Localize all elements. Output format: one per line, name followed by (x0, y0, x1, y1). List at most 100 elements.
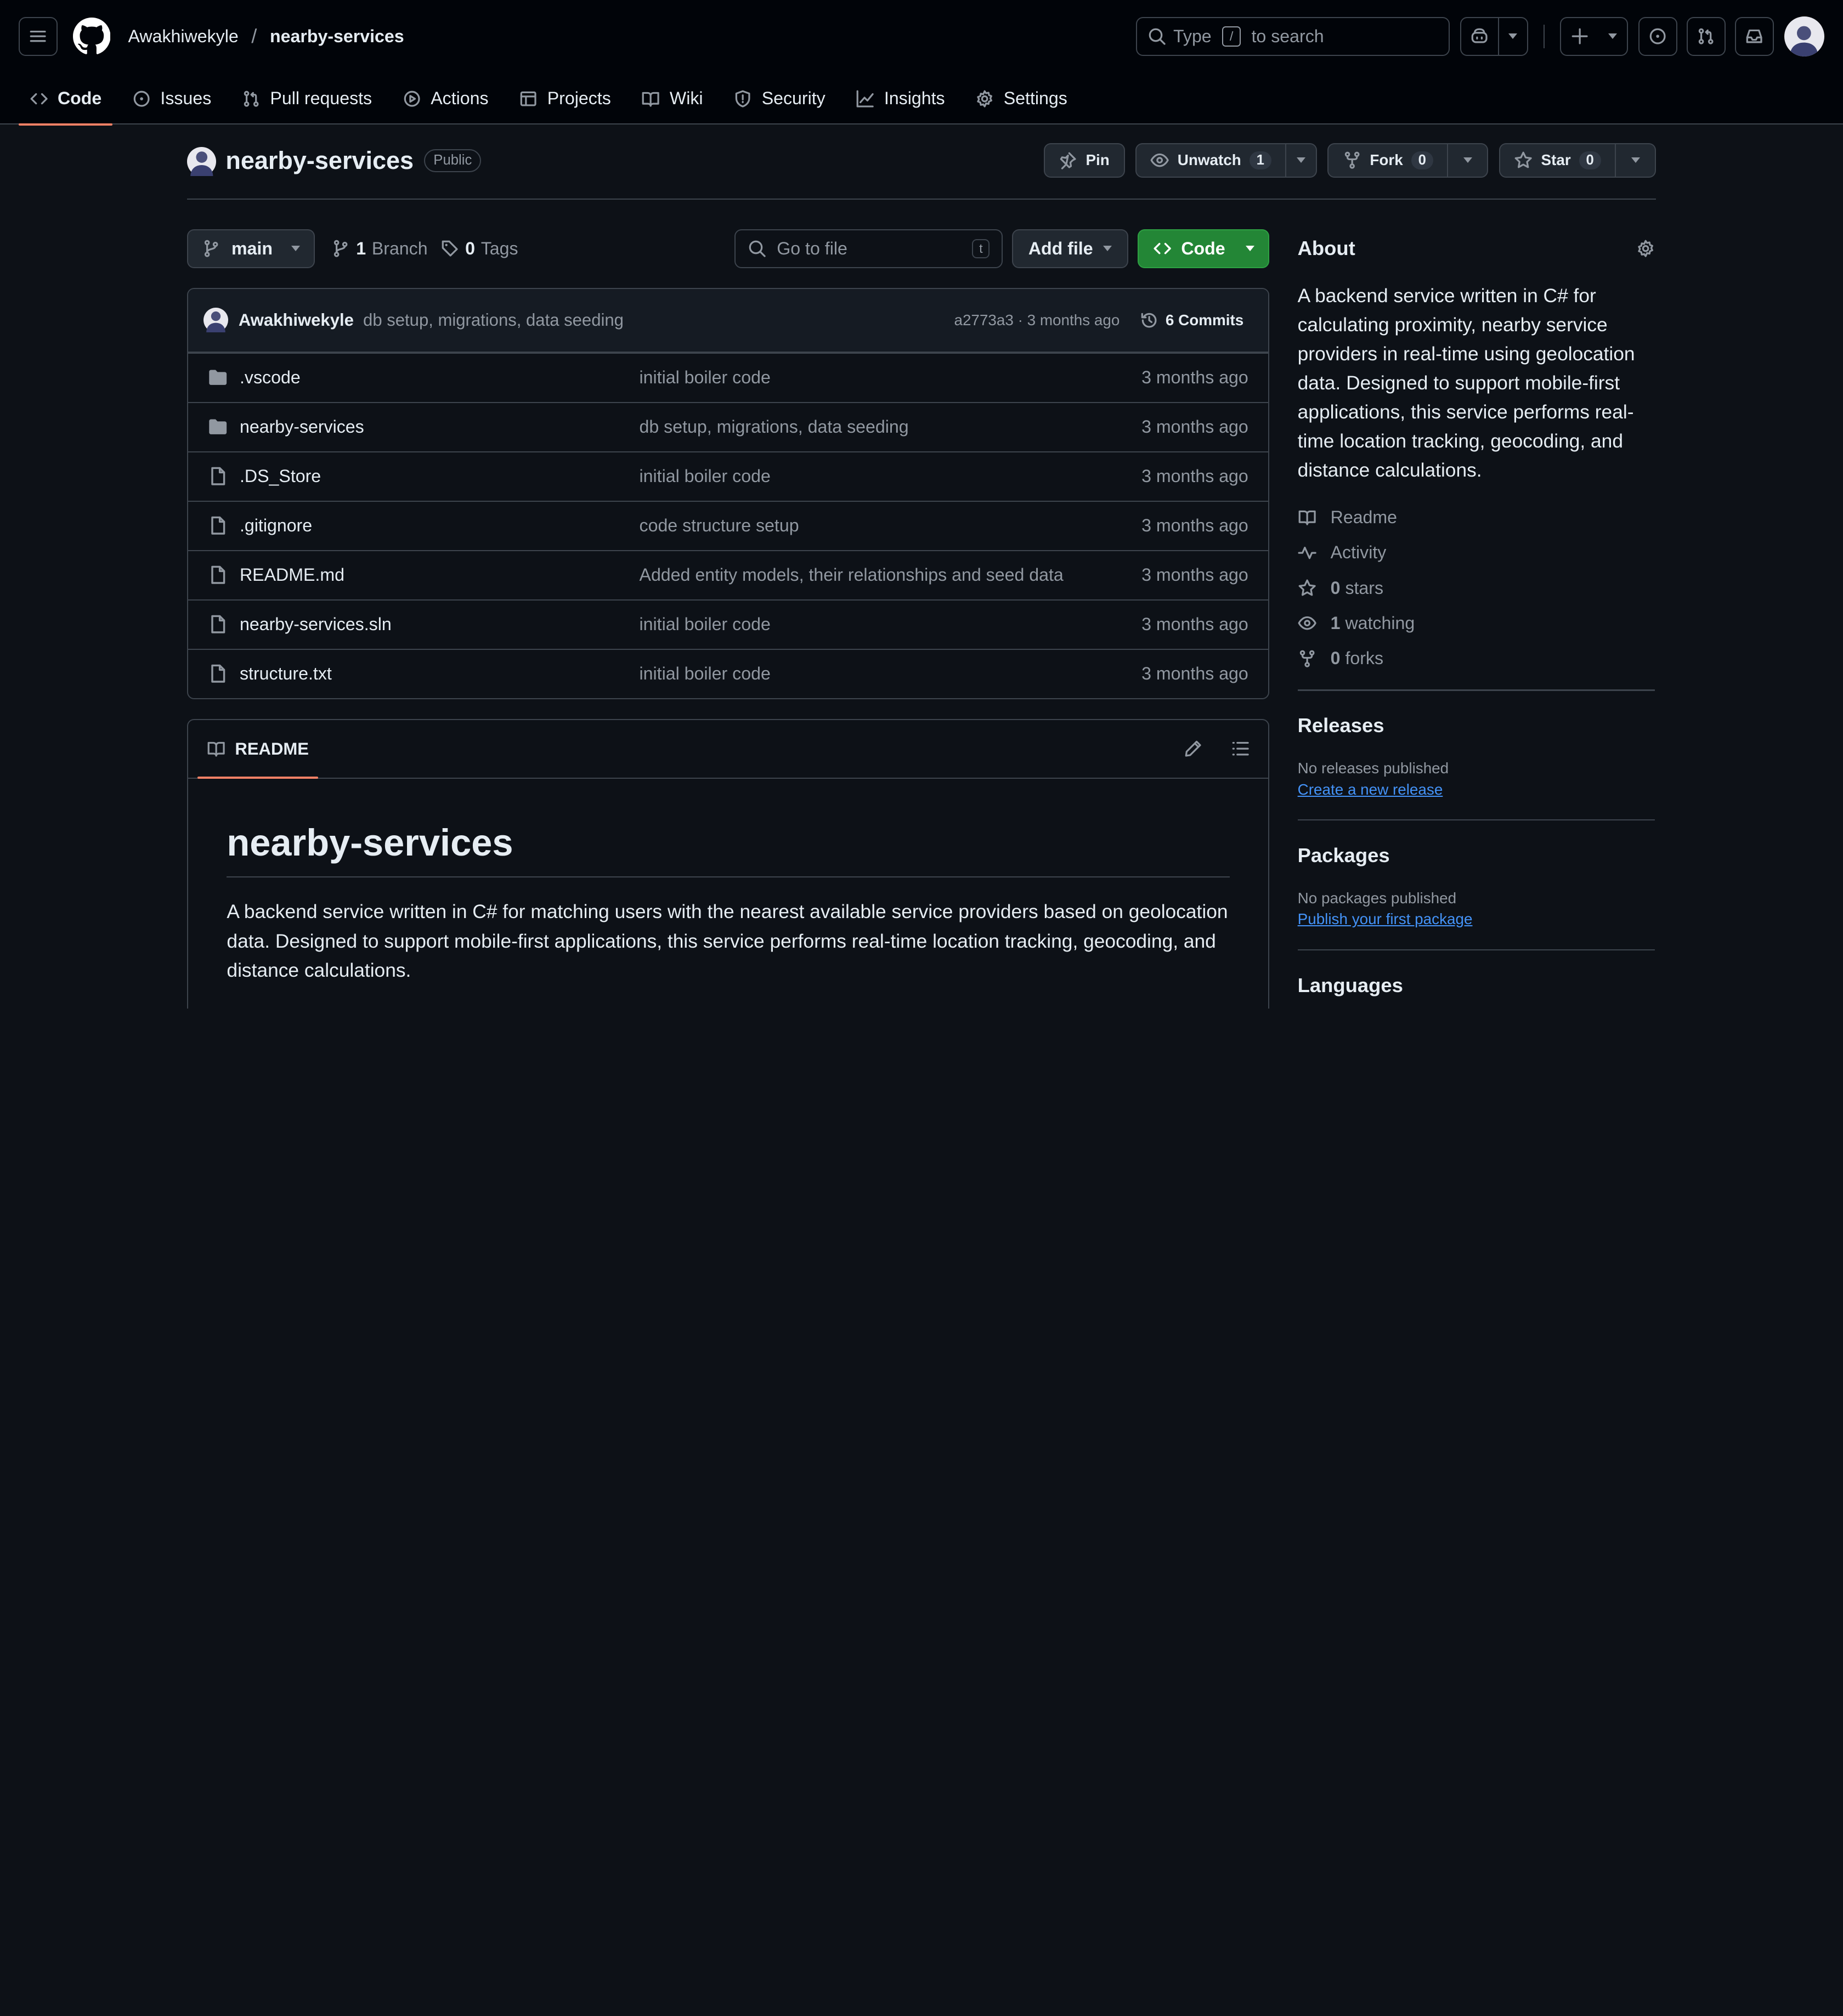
branch-icon (334, 240, 348, 257)
add-file-button[interactable]: Add file (1011, 229, 1129, 268)
file-commit-message[interactable]: initial boiler code (640, 664, 1142, 684)
file-name[interactable]: .gitignore (240, 516, 640, 536)
packages-title[interactable]: Packages (1298, 844, 1655, 867)
file-name[interactable]: README.md (240, 565, 640, 585)
global-search-input[interactable]: Type / to search (1135, 17, 1450, 56)
tab-settings[interactable]: Settings (965, 73, 1078, 124)
code-button[interactable]: Code (1138, 229, 1270, 268)
file-commit-message[interactable]: db setup, migrations, data seeding (640, 417, 1142, 437)
repo-owner-avatar[interactable] (186, 146, 217, 177)
user-avatar[interactable] (1784, 16, 1824, 56)
star-button[interactable]: Star 0 (1499, 143, 1657, 178)
copilot-dropdown[interactable] (1499, 18, 1527, 55)
repo-name[interactable]: nearby-services (225, 143, 414, 178)
file-row[interactable]: .vscode initial boiler code 3 months ago (188, 352, 1269, 402)
create-new-button[interactable] (1559, 17, 1628, 56)
branch-label: Branch (371, 238, 428, 258)
file-name[interactable]: .DS_Store (240, 466, 640, 486)
file-row[interactable]: .DS_Store initial boiler code 3 months ago (188, 451, 1269, 501)
go-to-file-input[interactable]: Go to file t (734, 229, 1003, 268)
commit-message[interactable]: db setup, migrations, data seeding (363, 310, 624, 330)
outline-list-icon[interactable] (1231, 739, 1250, 758)
readme-title: nearby-services (227, 779, 1230, 877)
tab-actions[interactable]: Actions (392, 73, 499, 124)
file-controls: main 1 Branch 0 Tags Go to file t Add fi… (186, 229, 1270, 268)
branches-link[interactable]: 1 Branch (331, 238, 428, 259)
file-icon (211, 566, 225, 585)
go-to-file-shortcut: t (972, 239, 990, 258)
releases-title[interactable]: Releases (1298, 714, 1655, 737)
commit-author[interactable]: Awakhiwekyle (239, 310, 354, 330)
activity-link[interactable]: Activity (1298, 542, 1655, 564)
latest-commit-bar: Awakhiwekyle db setup, migrations, data … (188, 288, 1269, 353)
file-row[interactable]: .gitignore code structure setup 3 months a… (188, 500, 1269, 550)
stars-label: stars (1345, 577, 1384, 598)
chevron-down-icon (1608, 33, 1618, 39)
pin-button[interactable]: Pin (1043, 143, 1125, 178)
file-commit-time: 3 months ago (1141, 664, 1248, 684)
file-row[interactable]: structure.txt initial boiler code 3 months… (188, 648, 1269, 698)
issues-button[interactable] (1638, 17, 1677, 56)
file-row[interactable]: nearby-services db setup, migrations, dat… (188, 401, 1269, 451)
pull-requests-button[interactable] (1686, 17, 1726, 56)
file-commit-message[interactable]: initial boiler code (640, 614, 1142, 635)
watching-link[interactable]: 1 watching (1298, 612, 1655, 635)
unwatch-button[interactable]: Unwatch 1 (1135, 143, 1318, 178)
pencil-icon[interactable] (1184, 739, 1202, 758)
file-icon (211, 517, 225, 535)
tab-code[interactable]: Code (19, 73, 113, 126)
file-browser: Awakhiwekyle db setup, migrations, data … (186, 287, 1270, 699)
file-commit-message[interactable]: code structure setup (640, 516, 1142, 536)
create-release-link[interactable]: Create a new release (1298, 781, 1443, 799)
shield-icon (736, 90, 750, 107)
tab-wiki[interactable]: Wiki (631, 73, 714, 124)
github-logo-icon[interactable] (72, 18, 111, 55)
watch-dropdown[interactable] (1285, 144, 1316, 177)
file-name[interactable]: nearby-services.sln (240, 614, 640, 635)
tab-pull-requests[interactable]: Pull requests (231, 73, 383, 124)
tab-issues[interactable]: Issues (122, 73, 222, 124)
file-name[interactable]: nearby-services (240, 417, 640, 437)
file-commit-message[interactable]: Added entity models, their relationships… (640, 565, 1142, 585)
copilot-button[interactable] (1460, 17, 1529, 56)
commit-author-avatar[interactable] (203, 308, 228, 333)
star-icon (1298, 579, 1316, 596)
create-new-main[interactable] (1561, 18, 1599, 55)
branch-selector[interactable]: main (186, 229, 315, 268)
about-description: A backend service written in C# for calc… (1297, 285, 1635, 481)
publish-package-link[interactable]: Publish your first package (1298, 910, 1473, 928)
file-row[interactable]: README.md Added entity models, their rela… (188, 550, 1269, 599)
file-commit-message[interactable]: initial boiler code (640, 367, 1142, 388)
stars-count: 0 (1330, 577, 1341, 598)
commits-link[interactable]: 6 Commits (1140, 311, 1243, 330)
tab-label: Insights (884, 88, 945, 109)
code-icon (1154, 242, 1171, 254)
forks-link[interactable]: 0 forks (1298, 647, 1655, 670)
readme-link[interactable]: Readme (1298, 506, 1655, 529)
file-name[interactable]: .vscode (240, 367, 640, 388)
commit-hash-time[interactable]: a2773a3 · 3 months ago (954, 312, 1120, 329)
fork-button[interactable]: Fork 0 (1327, 143, 1489, 178)
readme-tab[interactable]: README (197, 720, 318, 779)
inbox-button[interactable] (1734, 17, 1774, 56)
tab-projects[interactable]: Projects (508, 73, 621, 124)
tab-insights[interactable]: Insights (845, 73, 956, 124)
file-row[interactable]: nearby-services.sln initial boiler code 3 … (188, 599, 1269, 649)
fork-dropdown[interactable] (1447, 144, 1487, 177)
file-name[interactable]: structure.txt (240, 664, 640, 684)
create-new-dropdown[interactable] (1598, 18, 1626, 55)
copilot-main[interactable] (1461, 18, 1499, 55)
code-label: Code (1181, 238, 1225, 258)
activity-link-label: Activity (1330, 542, 1387, 563)
gear-icon[interactable] (1636, 239, 1655, 258)
tags-link[interactable]: 0 Tags (440, 239, 518, 259)
tab-security[interactable]: Security (723, 73, 836, 124)
stars-link[interactable]: 0 stars (1298, 577, 1655, 599)
breadcrumb-repo-link[interactable]: nearby-services (270, 26, 404, 47)
star-dropdown[interactable] (1615, 144, 1655, 177)
search-hint-after: to search (1251, 26, 1324, 46)
menu-button[interactable] (19, 17, 58, 56)
file-commit-message[interactable]: initial boiler code (640, 466, 1142, 486)
breadcrumb-owner-link[interactable]: Awakhiwekyle (128, 26, 239, 47)
commits-count: 6 Commits (1165, 311, 1244, 329)
